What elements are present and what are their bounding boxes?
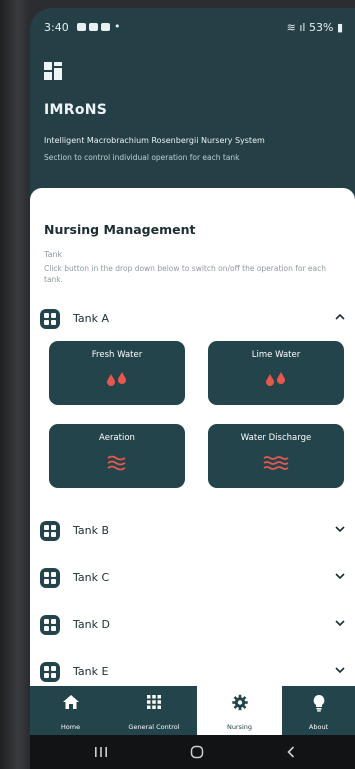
app-subtitle: Intelligent Macrobrachium Rosenbergii Nu… (44, 136, 265, 145)
app-description: Section to control individual operation … (44, 153, 240, 162)
section-title: Nursing Management (44, 222, 196, 237)
tank-dropdown-c[interactable]: Tank C (30, 565, 355, 591)
grid-icon (147, 695, 161, 709)
battery-icon: ▮ (336, 21, 343, 34)
nav-about[interactable]: About (282, 686, 355, 735)
home-icon (62, 695, 79, 709)
nav-label: Home (60, 723, 81, 731)
chevron-down-icon (335, 667, 345, 674)
recent-apps-icon[interactable] (94, 746, 108, 758)
water-drops-icon (266, 372, 285, 386)
back-icon[interactable] (286, 746, 296, 758)
chevron-down-icon (335, 620, 345, 627)
device-bezel (0, 0, 30, 769)
content-sheet: Nursing Management Tank Click button in … (30, 188, 355, 695)
tank-name: Tank E (73, 665, 109, 678)
bottom-navigation: Home General Control Nursing About (30, 686, 355, 735)
tank-dropdown-b[interactable]: Tank B (30, 518, 355, 544)
air-waves-icon (107, 455, 126, 471)
water-discharge-button[interactable]: Water Discharge (208, 424, 344, 488)
nav-label: General Control (128, 723, 180, 731)
grid-icon (40, 521, 60, 541)
control-label: Water Discharge (240, 433, 312, 443)
water-drops-icon (107, 372, 126, 386)
battery-level: 53% (308, 21, 334, 34)
tank-dropdown-e[interactable]: Tank E (30, 659, 355, 685)
chevron-up-icon (335, 313, 345, 320)
lime-water-button[interactable]: Lime Water (208, 341, 344, 405)
tank-name: Tank C (73, 571, 110, 584)
chevron-down-icon (335, 526, 345, 533)
gear-icon (231, 694, 248, 711)
aeration-button[interactable]: Aeration (49, 424, 185, 488)
tank-name: Tank D (73, 618, 110, 631)
control-label: Fresh Water (91, 350, 143, 360)
phone-screen: 3:40 • ≋ ıl 53% ▮ IMRoNS Intelligent Mac… (30, 8, 355, 769)
control-label: Lime Water (251, 350, 301, 360)
app-title: IMRoNS (44, 102, 108, 118)
grid-icon (40, 309, 60, 329)
status-time: 3:40 (44, 21, 69, 34)
tank-dropdown-a[interactable]: Tank A (30, 306, 355, 332)
chevron-down-icon (335, 573, 345, 580)
water-waves-icon (263, 456, 289, 470)
status-right: ≋ ıl 53% ▮ (287, 21, 343, 34)
nav-nursing[interactable]: Nursing (197, 686, 282, 735)
nav-general-control[interactable]: General Control (111, 686, 197, 735)
nav-home[interactable]: Home (30, 686, 111, 735)
tank-dropdown-d[interactable]: Tank D (30, 612, 355, 638)
notification-icons: • (74, 20, 121, 33)
app-logo-icon (44, 62, 62, 80)
tank-name: Tank A (73, 312, 110, 325)
control-label: Aeration (99, 433, 135, 443)
tank-field-label: Tank (44, 250, 63, 259)
grid-icon (40, 662, 60, 682)
fresh-water-button[interactable]: Fresh Water (49, 341, 185, 405)
tank-helper-text: Click button in the drop down below to s… (44, 264, 327, 284)
status-bar: 3:40 • ≋ ıl 53% ▮ (30, 8, 355, 44)
wifi-signal-icon: ≋ ıl (286, 21, 309, 34)
tank-name: Tank B (73, 524, 110, 537)
system-navigation-bar (30, 735, 355, 769)
nav-label: Nursing (226, 723, 253, 731)
grid-icon (40, 568, 60, 588)
home-nav-icon[interactable] (190, 745, 204, 759)
app-header: IMRoNS Intelligent Macrobrachium Rosenbe… (30, 44, 355, 194)
nav-label: About (308, 723, 329, 731)
lightbulb-icon (313, 695, 324, 712)
grid-icon (40, 615, 60, 635)
